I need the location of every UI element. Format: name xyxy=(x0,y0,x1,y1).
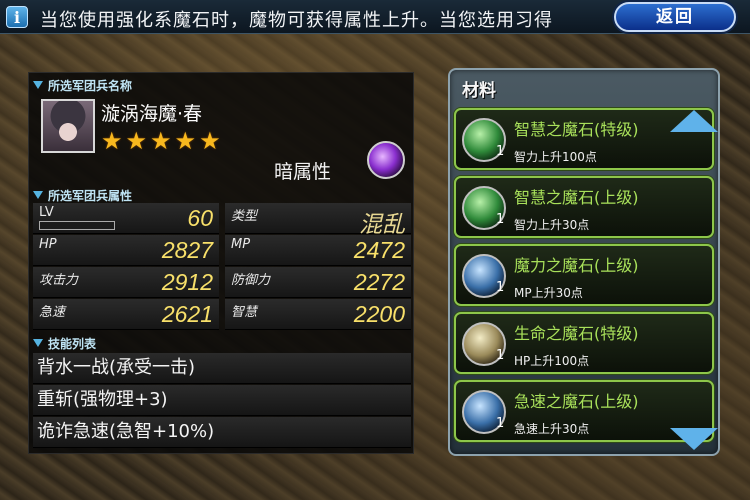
star-icon: ★ xyxy=(199,127,221,155)
stat-value: 2472 xyxy=(353,237,405,263)
stat-value: 2200 xyxy=(353,301,405,327)
stat-mp: MP 2472 xyxy=(225,235,411,266)
material-quantity: 1 xyxy=(496,348,505,363)
material-name: 急速之魔石(上级) xyxy=(514,392,639,411)
star-rating: ★ ★ ★ ★ ★ xyxy=(101,129,224,153)
star-icon: ★ xyxy=(174,127,197,155)
materials-title: 材料 xyxy=(462,81,496,101)
stat-label: 类型 xyxy=(231,209,258,224)
stat-speed: 急速 2621 xyxy=(33,299,219,330)
stat-label: 攻击力 xyxy=(39,273,79,288)
material-effect: 智力上升100点 xyxy=(514,150,597,164)
triangle-down-icon xyxy=(33,81,43,89)
stat-label: 智慧 xyxy=(231,305,258,320)
material-quantity: 1 xyxy=(496,416,505,431)
material-effect: 智力上升30点 xyxy=(514,218,590,232)
section-title: 所选军团兵名称 xyxy=(48,78,133,93)
stat-value: 2827 xyxy=(161,237,213,263)
scroll-up-arrow-icon[interactable] xyxy=(670,110,718,132)
star-icon: ★ xyxy=(125,127,148,155)
material-effect: HP上升100点 xyxy=(514,354,590,368)
material-card[interactable]: 1 魔力之魔石(上级) MP上升30点 xyxy=(454,244,714,306)
unit-info-panel: 所选军团兵名称 漩涡海魔·春 ★ ★ ★ ★ ★ 暗属性 所选军团兵属性 LV … xyxy=(28,72,414,454)
back-button[interactable]: 返回 xyxy=(614,2,736,32)
stat-value: 2912 xyxy=(161,269,213,295)
stat-label: HP xyxy=(39,237,57,252)
material-card[interactable]: 1 智慧之魔石(上级) 智力上升30点 xyxy=(454,176,714,238)
dark-element-icon xyxy=(367,141,405,179)
triangle-down-icon xyxy=(33,191,43,199)
stat-lv: LV 60 xyxy=(33,203,219,234)
scroll-down-arrow-icon[interactable] xyxy=(670,428,718,450)
stat-value: 60 xyxy=(187,205,213,231)
section-title: 技能列表 xyxy=(48,336,97,351)
stat-type: 类型 混乱 xyxy=(225,203,411,237)
material-quantity: 1 xyxy=(496,212,505,227)
exp-bar xyxy=(39,221,115,230)
material-name: 智慧之魔石(特级) xyxy=(514,120,639,139)
skill-row: 诡诈急速(急智+10%) xyxy=(33,417,411,448)
stat-value: 混乱 xyxy=(359,211,405,237)
skill-row: 背水一战(承受一击) xyxy=(33,353,411,384)
stat-label: MP xyxy=(231,237,251,252)
element-label: 暗属性 xyxy=(274,161,332,183)
material-name: 魔力之魔石(上级) xyxy=(514,256,639,275)
material-name: 生命之魔石(特级) xyxy=(514,324,639,343)
stat-defense: 防御力 2272 xyxy=(225,267,411,298)
unit-portrait xyxy=(41,99,95,153)
info-icon[interactable]: i xyxy=(6,6,28,28)
material-effect: MP上升30点 xyxy=(514,286,583,300)
unit-name: 漩涡海魔·春 xyxy=(101,103,203,125)
material-quantity: 1 xyxy=(496,144,505,159)
stat-value: 2272 xyxy=(353,269,405,295)
material-quantity: 1 xyxy=(496,280,505,295)
stat-attack: 攻击力 2912 xyxy=(33,267,219,298)
section-header-skills: 技能列表 xyxy=(33,335,96,351)
star-icon: ★ xyxy=(101,127,123,155)
star-icon: ★ xyxy=(150,127,172,155)
skill-row: 重斩(强物理+3) xyxy=(33,385,411,416)
stat-hp: HP 2827 xyxy=(33,235,219,266)
section-header-unit-name: 所选军团兵名称 xyxy=(33,77,132,93)
materials-panel: 材料 1 智慧之魔石(特级) 智力上升100点 1 智慧之魔石(上级) 智力上升… xyxy=(448,68,720,456)
triangle-down-icon xyxy=(33,339,43,347)
stat-value: 2621 xyxy=(161,301,213,327)
material-card[interactable]: 1 生命之魔石(特级) HP上升100点 xyxy=(454,312,714,374)
stat-label: 防御力 xyxy=(231,273,271,288)
stat-label: LV xyxy=(39,205,54,220)
stat-intelligence: 智慧 2200 xyxy=(225,299,411,330)
section-header-stats: 所选军团兵属性 xyxy=(33,187,132,203)
material-name: 智慧之魔石(上级) xyxy=(514,188,639,207)
stat-label: 急速 xyxy=(39,305,66,320)
material-effect: 急速上升30点 xyxy=(514,422,590,436)
section-title: 所选军团兵属性 xyxy=(48,188,133,203)
ticker-text: 当您使用强化系魔石时，魔物可获得属性上升。当您选用习得 xyxy=(40,10,553,31)
